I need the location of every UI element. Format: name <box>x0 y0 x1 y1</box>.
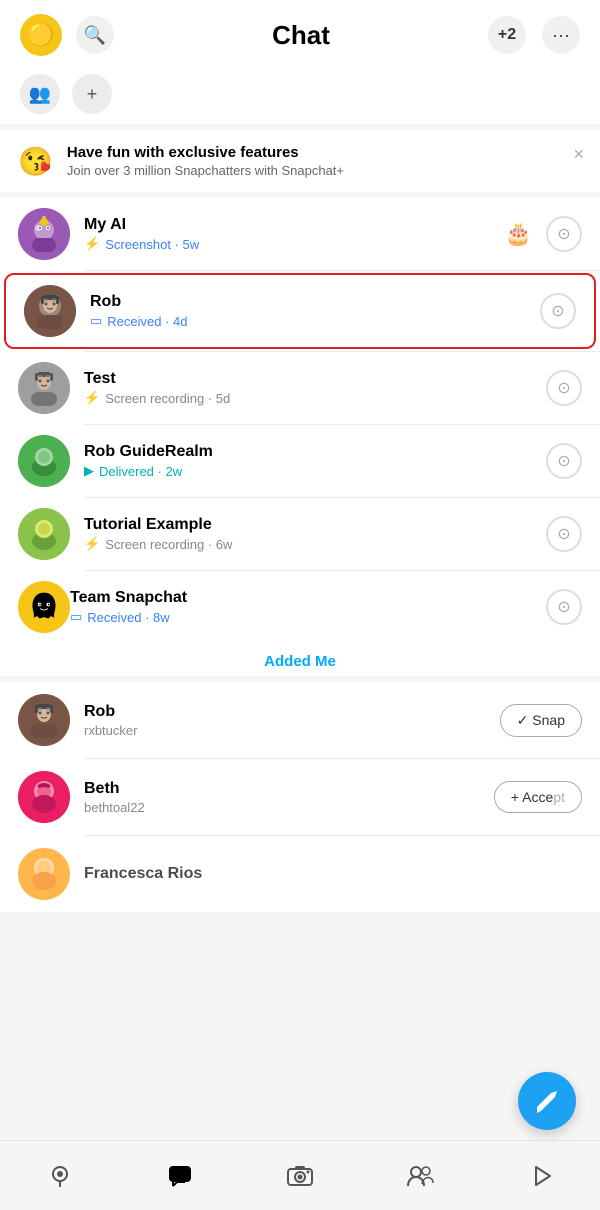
header-right: +2 ··· <box>488 16 580 54</box>
rob-status: ▭ Received · 4d <box>90 313 532 329</box>
nav-chat[interactable] <box>155 1151 205 1201</box>
added-me-list: Rob rxbtucker ✓ Snap Beth bethtoal22 + A… <box>0 682 600 912</box>
my-ai-avatar <box>18 208 70 260</box>
tutorial-example-name: Tutorial Example <box>84 516 538 534</box>
test-info: Test ⚡ Screen recording · 5d <box>84 370 538 406</box>
search-button[interactable]: 🔍 <box>76 16 114 54</box>
added-me-divider: Added Me <box>0 643 600 676</box>
separator <box>84 270 600 271</box>
test-avatar <box>18 362 70 414</box>
camera-icon: ⊙ <box>557 524 570 544</box>
added-francesca-info: Francesca Rios <box>84 865 582 883</box>
team-snapchat-camera-button[interactable]: ⊙ <box>546 589 582 625</box>
delivered-icon: ▶ <box>84 463 94 479</box>
nav-map[interactable] <box>35 1151 85 1201</box>
added-francesca-avatar <box>18 848 70 900</box>
promo-title: Have fun with exclusive features <box>67 144 582 161</box>
added-rob-username: rxbtucker <box>84 723 500 738</box>
more-options-button[interactable]: ··· <box>542 16 580 54</box>
chat-item-rob[interactable]: Rob ▭ Received · 4d ⊙ <box>4 273 596 349</box>
nav-camera[interactable] <box>275 1151 325 1201</box>
camera-icon: ⊙ <box>557 378 570 398</box>
my-ai-status: ⚡ Screenshot · 5w <box>84 236 505 252</box>
tutorial-example-avatar <box>18 508 70 560</box>
added-me-rob[interactable]: Rob rxbtucker ✓ Snap <box>0 682 600 758</box>
header: 🟡 🔍 Chat +2 ··· <box>0 0 600 66</box>
test-status: ⚡ Screen recording · 5d <box>84 390 538 406</box>
chat-list: My AI ⚡ Screenshot · 5w 🎂 ⊙ <box>0 198 600 643</box>
add-friend-icon: +2 <box>498 26 516 44</box>
my-ai-name: My AI <box>84 216 505 234</box>
added-me-beth[interactable]: Beth bethtoal22 + Accept <box>0 759 600 835</box>
tutorial-example-info: Tutorial Example ⚡ Screen recording · 6w <box>84 516 538 552</box>
header-left: 🟡 🔍 <box>20 14 114 56</box>
chat-item-my-ai[interactable]: My AI ⚡ Screenshot · 5w 🎂 ⊙ <box>0 198 600 270</box>
rob-guiderealm-avatar <box>18 435 70 487</box>
rob-name: Rob <box>90 293 532 311</box>
rob-guiderealm-name: Rob GuideRealm <box>84 443 538 461</box>
added-me-francesca[interactable]: Francesca Rios <box>0 836 600 912</box>
rob-camera-button[interactable]: ⊙ <box>540 293 576 329</box>
plus-icon: + <box>87 84 98 105</box>
promo-subtitle: Join over 3 million Snapchatters with Sn… <box>67 163 582 178</box>
team-snapchat-info: Team Snapchat ▭ Received · 8w <box>70 589 538 625</box>
added-rob-name: Rob <box>84 703 500 721</box>
add-friend-button[interactable]: +2 <box>488 16 526 54</box>
team-snapchat-status: ▭ Received · 8w <box>70 609 538 625</box>
added-beth-name: Beth <box>84 780 494 798</box>
user-avatar[interactable]: 🟡 <box>20 14 62 56</box>
test-camera-button[interactable]: ⊙ <box>546 370 582 406</box>
team-snapchat-name: Team Snapchat <box>70 589 538 607</box>
sub-header: 👥 + <box>0 66 600 124</box>
screen-rec-icon: ⚡ <box>84 390 100 406</box>
rob-info: Rob ▭ Received · 4d <box>90 293 532 329</box>
camera-icon: ⊙ <box>557 224 570 244</box>
tutorial-example-status: ⚡ Screen recording · 6w <box>84 536 538 552</box>
chat-item-tutorial-example[interactable]: Tutorial Example ⚡ Screen recording · 6w… <box>0 498 600 570</box>
groups-button[interactable]: 👥 <box>20 74 60 114</box>
my-ai-camera-button[interactable]: ⊙ <box>546 216 582 252</box>
page-title: Chat <box>114 20 488 51</box>
more-icon: ··· <box>552 25 570 46</box>
accept-button[interactable]: + Accept <box>494 781 582 813</box>
user-avatar-emoji: 🟡 <box>27 22 54 48</box>
added-beth-info: Beth bethtoal22 <box>84 780 494 815</box>
added-rob-avatar <box>18 694 70 746</box>
nav-discover[interactable] <box>515 1151 565 1201</box>
camera-icon: ⊙ <box>557 597 570 617</box>
received-icon: ▭ <box>90 313 102 329</box>
bottom-nav <box>0 1140 600 1210</box>
groups-icon: 👥 <box>29 84 51 105</box>
promo-text: Have fun with exclusive features Join ov… <box>67 144 582 178</box>
added-francesca-name: Francesca Rios <box>84 865 582 883</box>
chat-item-rob-guiderealm[interactable]: Rob GuideRealm ▶ Delivered · 2w ⊙ <box>0 425 600 497</box>
my-ai-info: My AI ⚡ Screenshot · 5w <box>84 216 505 252</box>
added-rob-info: Rob rxbtucker <box>84 703 500 738</box>
chat-item-team-snapchat[interactable]: Team Snapchat ▭ Received · 8w ⊙ <box>0 571 600 643</box>
rob-avatar <box>24 285 76 337</box>
new-chat-button[interactable]: + <box>72 74 112 114</box>
test-name: Test <box>84 370 538 388</box>
snap-button[interactable]: ✓ Snap <box>500 704 582 737</box>
promo-close-button[interactable]: × <box>573 144 584 165</box>
added-beth-username: bethtoal22 <box>84 800 494 815</box>
screen-rec-icon2: ⚡ <box>84 536 100 552</box>
nav-friends[interactable] <box>395 1151 445 1201</box>
tutorial-camera-button[interactable]: ⊙ <box>546 516 582 552</box>
rob-guiderealm-status: ▶ Delivered · 2w <box>84 463 538 479</box>
promo-banner: 😘 Have fun with exclusive features Join … <box>0 130 600 192</box>
search-icon: 🔍 <box>84 25 106 46</box>
compose-button[interactable] <box>518 1072 576 1130</box>
my-ai-badge: 🎂 <box>505 221 532 247</box>
rob-guiderealm-camera-button[interactable]: ⊙ <box>546 443 582 479</box>
received-icon2: ▭ <box>70 609 82 625</box>
screenshot-icon: ⚡ <box>84 236 100 252</box>
chat-item-test[interactable]: Test ⚡ Screen recording · 5d ⊙ <box>0 352 600 424</box>
added-beth-avatar <box>18 771 70 823</box>
promo-emoji: 😘 <box>18 145 53 178</box>
camera-icon: ⊙ <box>557 451 570 471</box>
camera-icon: ⊙ <box>551 301 564 321</box>
team-snapchat-avatar <box>18 581 70 633</box>
rob-guiderealm-info: Rob GuideRealm ▶ Delivered · 2w <box>84 443 538 479</box>
